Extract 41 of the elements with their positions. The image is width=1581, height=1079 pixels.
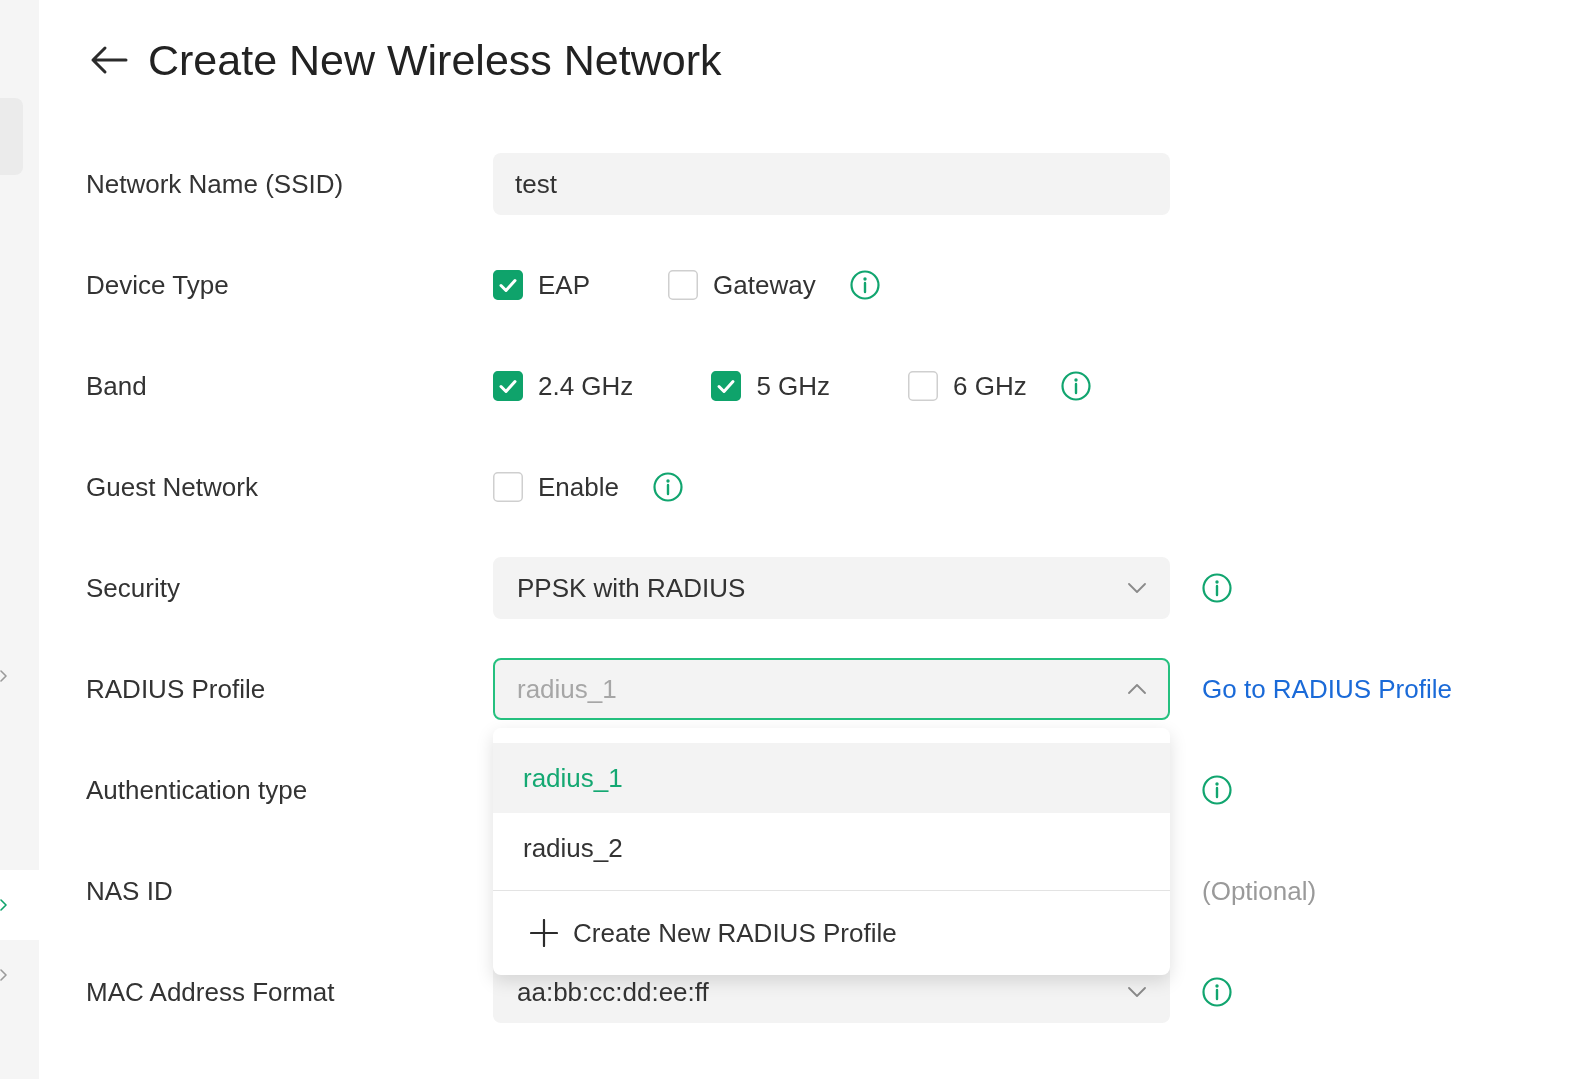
radius-profile-link[interactable]: Go to RADIUS Profile bbox=[1202, 673, 1452, 705]
chevron-down-icon bbox=[1128, 583, 1146, 593]
checkbox[interactable] bbox=[908, 371, 939, 401]
select-field[interactable]: PPSK with RADIUS bbox=[493, 557, 1170, 619]
checkbox[interactable] bbox=[493, 270, 523, 300]
checkbox-label: EAP bbox=[538, 269, 591, 301]
field-label: MAC Address Format bbox=[86, 976, 336, 1008]
checkbox-label: 2.4 GHz bbox=[538, 370, 634, 402]
field-label: Device Type bbox=[86, 269, 230, 301]
field-label: RADIUS Profile bbox=[86, 673, 267, 705]
text-field[interactable]: test bbox=[493, 153, 1170, 215]
field-label: Network Name (SSID) bbox=[86, 168, 345, 200]
info-icon[interactable] bbox=[1202, 977, 1232, 1007]
field-label: Security bbox=[86, 572, 181, 604]
menu-option[interactable]: radius_2 bbox=[493, 813, 1170, 883]
info-icon[interactable] bbox=[1202, 775, 1232, 805]
field-label: Band bbox=[86, 370, 148, 402]
plus-icon bbox=[530, 919, 558, 947]
back-arrow-icon[interactable] bbox=[90, 45, 128, 75]
field-label: NAS ID bbox=[86, 875, 174, 907]
chevron-right-icon bbox=[0, 670, 7, 682]
page-title: Create New Wireless Network bbox=[148, 35, 722, 85]
field-label: Guest Network bbox=[86, 471, 259, 503]
chevron-up-icon bbox=[1128, 684, 1146, 694]
chevron-right-icon bbox=[0, 899, 7, 911]
info-icon[interactable] bbox=[849, 270, 880, 300]
chevron-right-icon bbox=[0, 969, 7, 981]
checkbox[interactable] bbox=[493, 371, 523, 401]
field-label: Authentication type bbox=[86, 774, 309, 806]
info-icon[interactable] bbox=[652, 472, 683, 502]
checkbox-label: Gateway bbox=[713, 269, 816, 301]
chevron-down-icon bbox=[1128, 987, 1146, 997]
info-icon[interactable] bbox=[1060, 371, 1091, 401]
checkbox-label: 5 GHz bbox=[756, 370, 831, 402]
checkbox[interactable] bbox=[711, 371, 742, 401]
checkbox-label: 6 GHz bbox=[953, 370, 1027, 402]
checkbox[interactable] bbox=[668, 270, 699, 300]
checkbox-label: Enable bbox=[538, 471, 619, 503]
optional-note: (Optional) bbox=[1202, 875, 1317, 907]
info-icon[interactable] bbox=[1202, 573, 1232, 603]
checkbox[interactable] bbox=[493, 472, 523, 502]
